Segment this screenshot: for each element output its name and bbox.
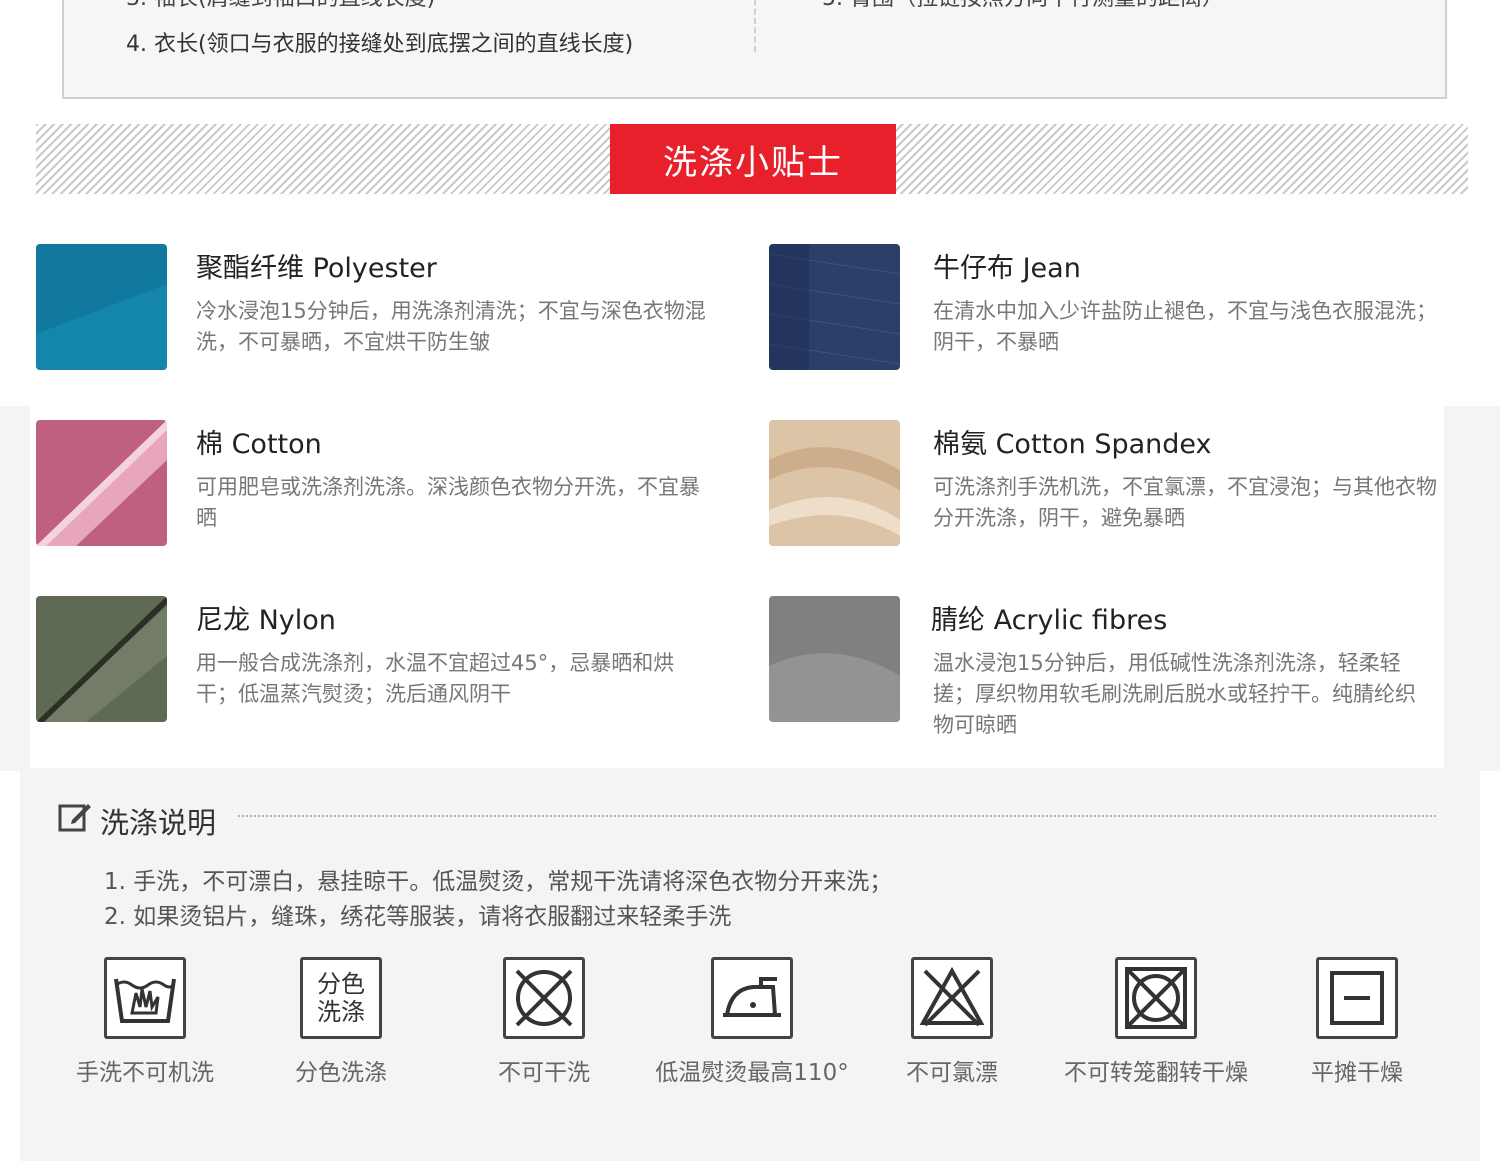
- fabric-description: 在清水中加入少许盐防止褪色，不宜与浅色衣服混洗；阴干，不暴晒: [933, 299, 1437, 354]
- fabric-description: 冷水浸泡15分钟后，用洗涤剂清洗；不宜与深色衣物混洗，不可暴晒，不宜烘干防生皱: [196, 299, 706, 354]
- no-dry-clean-icon: [503, 957, 585, 1039]
- fabric-description: 用一般合成洗涤剂，水温不宜超过45°，忌暴晒和烘干；低温蒸汽熨烫；洗后通风阴干: [196, 651, 675, 706]
- no-bleach-icon: [911, 957, 993, 1039]
- measure-item-5: 5. 臀围（拉链按照方向平行测量的距离）: [822, 0, 1224, 12]
- measure-item-3: 3. 袖长(肩缝到袖口的直线长度): [126, 0, 435, 12]
- fabric-item-cotton-spandex: 棉氨 Cotton Spandex 可洗涤剂手洗机洗，不宜氯漂，不宜浸泡；与其他…: [769, 420, 1459, 560]
- acrylic-swatch-image: [769, 596, 900, 722]
- jean-swatch-image: [769, 244, 900, 370]
- fabric-description: 可用肥皂或洗涤剂洗涤。深浅颜色衣物分开洗，不宜暴晒: [196, 475, 700, 530]
- care-item-no-bleach: 不可氯漂: [837, 957, 1067, 1087]
- wash-instruction-2: 2. 如果烫铝片，缝珠，绣花等服装，请将衣服翻过来轻柔手洗: [104, 904, 732, 930]
- fabric-item-jean: 牛仔布 Jean 在清水中加入少许盐防止褪色，不宜与浅色衣服混洗；阴干，不暴晒: [769, 244, 1459, 384]
- care-item-dry-flat: 平摊干燥: [1242, 957, 1472, 1087]
- cotton-swatch-image: [36, 420, 167, 546]
- edit-icon: [58, 800, 92, 834]
- fabric-name: 聚酯纤维 Polyester: [196, 253, 437, 284]
- measure-item-4: 4. 衣长(领口与衣服的接缝处到底摆之间的直线长度): [126, 32, 634, 57]
- care-item-low-iron: 低温熨烫最高110°: [637, 957, 867, 1087]
- wash-instruction-1: 1. 手洗，不可漂白，悬挂晾干。低温熨烫，常规干洗请将深色衣物分开来洗；: [104, 869, 893, 895]
- nylon-swatch-image: [36, 596, 167, 722]
- hand-wash-icon: [104, 957, 186, 1039]
- care-label: 平摊干燥: [1311, 1060, 1403, 1086]
- care-label: 不可氯漂: [906, 1060, 998, 1086]
- care-label: 不可转笼翻转干燥: [1064, 1060, 1248, 1086]
- fabric-item-polyester: 聚酯纤维 Polyester 冷水浸泡15分钟后，用洗涤剂清洗；不宜与深色衣物混…: [36, 244, 726, 384]
- care-label: 低温熨烫最高110°: [655, 1060, 849, 1086]
- care-label: 不可干洗: [498, 1060, 590, 1086]
- fabric-name: 尼龙 Nylon: [196, 605, 336, 636]
- no-tumble-dry-icon: [1115, 957, 1197, 1039]
- fabric-name: 牛仔布 Jean: [933, 253, 1081, 284]
- fabric-name: 腈纶 Acrylic fibres: [931, 605, 1168, 636]
- care-item-separate-wash: 分色 洗涤 分色洗涤: [226, 957, 456, 1087]
- fabric-item-cotton: 棉 Cotton 可用肥皂或洗涤剂洗涤。深浅颜色衣物分开洗，不宜暴晒: [36, 420, 726, 560]
- section-banner-title: 洗涤小贴士: [610, 124, 896, 194]
- fabric-name: 棉氨 Cotton Spandex: [933, 429, 1212, 460]
- fabric-name: 棉 Cotton: [196, 429, 322, 460]
- fabric-description: 可洗涤剂手洗机洗，不宜氯漂，不宜浸泡；与其他衣物分开洗涤，阴干，避免暴晒: [933, 475, 1437, 530]
- separate-wash-icon-text: 洗涤: [317, 998, 365, 1026]
- fabric-item-acrylic: 腈纶 Acrylic fibres 温水浸泡15分钟后，用低碱性洗涤剂洗涤，轻柔…: [769, 596, 1459, 737]
- separate-wash-icon-text: 分色: [317, 970, 365, 998]
- care-item-no-dry-clean: 不可干洗: [429, 957, 659, 1087]
- fabric-item-nylon: 尼龙 Nylon 用一般合成洗涤剂，水温不宜超过45°，忌暴晒和烘干；低温蒸汽熨…: [36, 596, 726, 736]
- separate-wash-icon: 分色 洗涤: [300, 957, 382, 1039]
- cotton-spandex-swatch-image: [769, 420, 900, 546]
- measurement-divider: [754, 0, 756, 52]
- dry-flat-icon: [1316, 957, 1398, 1039]
- polyester-swatch-image: [36, 244, 167, 370]
- fabric-description: 温水浸泡15分钟后，用低碱性洗涤剂洗涤，轻柔轻搓；厚织物用软毛刷洗刷后脱水或轻拧…: [933, 651, 1416, 737]
- care-item-no-tumble-dry: 不可转笼翻转干燥: [1041, 957, 1271, 1087]
- low-iron-icon: [711, 957, 793, 1039]
- wash-section-divider: [238, 815, 1436, 817]
- care-label: 分色洗涤: [295, 1060, 387, 1086]
- wash-section-title: 洗涤说明: [100, 806, 217, 840]
